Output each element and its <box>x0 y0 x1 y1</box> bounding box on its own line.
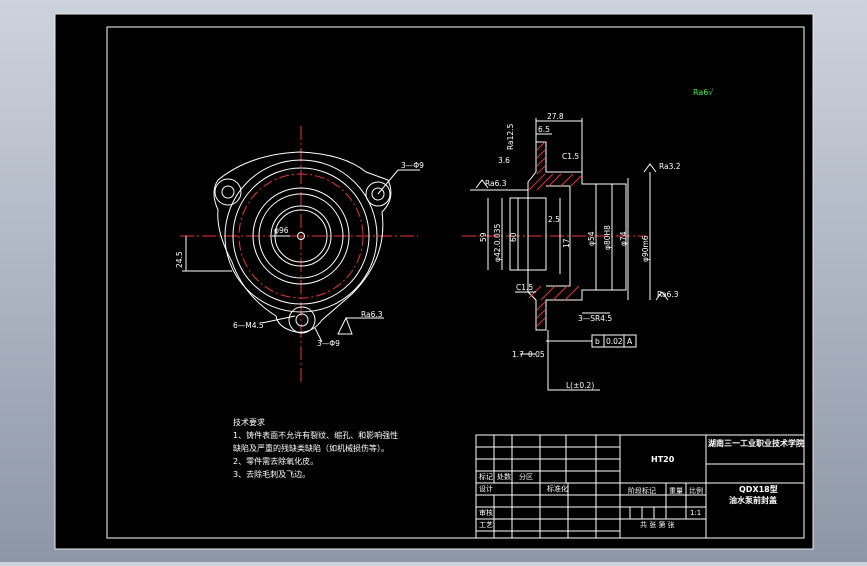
dim-left-ra: Ra6.3 <box>657 290 679 299</box>
tol-symbol-b: b <box>595 337 600 346</box>
dim-d59: 59 <box>479 232 488 242</box>
dim-27-8: 27.8 <box>547 112 564 121</box>
dim-phi96: φ96 <box>274 226 289 235</box>
tol-datum-a: A <box>627 337 633 346</box>
dim-ra-6-3: Ra6.3 <box>361 310 383 319</box>
dim-width-24-5: 24.5 <box>175 251 184 268</box>
tech-req-line-2: 缺陷及严重的残缺类缺陷（如机械损伤等）。 <box>233 444 389 453</box>
dim-2-5: 2.5 <box>548 215 560 224</box>
tol-value: 0.02 <box>606 337 623 346</box>
dim-6-5: 6.5 <box>538 125 550 134</box>
part-name: 油水泵前封盖 <box>729 496 777 505</box>
label-process: 工艺 <box>479 521 493 529</box>
tech-req-line-3: 2、零件需去除氧化皮。 <box>233 457 319 466</box>
roughness-mark: Ra6√ <box>693 88 714 97</box>
drawing-canvas: φ96 3—Φ9 6—M4.5 24.5 3—Φ9 Ra6.3 27.8 6.5… <box>54 13 814 550</box>
label-weight: 重量 <box>669 487 683 495</box>
dim-ra3-2: Ra3.2 <box>659 162 681 171</box>
dim-d80: φ80H8 <box>603 225 612 250</box>
label-mark: 标记 <box>479 473 493 481</box>
dim-holes-3: 3—Φ9 <box>401 161 424 170</box>
tech-req-line-4: 3、去除毛刺及飞边。 <box>233 470 311 479</box>
material-label: HT20 <box>651 455 675 464</box>
label-sheets: 共 张 第 张 <box>640 521 675 529</box>
dim-c1-5-bot: C1.5 <box>516 283 533 292</box>
dim-bottom-tol: L(±0.2) <box>566 381 594 390</box>
dim-17: 17 <box>562 238 571 248</box>
school-name: 湖南三一工业职业技术学院 <box>708 439 804 448</box>
dim-d90: φ90m6 <box>641 235 650 262</box>
label-zone: 处数 <box>497 473 511 481</box>
cad-viewport[interactable]: φ96 3—Φ9 6—M4.5 24.5 3—Φ9 Ra6.3 27.8 6.5… <box>0 0 867 562</box>
dim-angle: 3—Φ9 <box>317 339 340 348</box>
dim-0-05: 0.05 <box>528 350 545 359</box>
dim-ra12-5: Ra12.5 <box>506 123 515 150</box>
label-split: 分区 <box>519 473 533 481</box>
dim-sr4-5: 3—SR4.5 <box>578 314 612 323</box>
label-design: 设计 <box>479 485 493 493</box>
dim-3-6: 3.6 <box>498 156 510 165</box>
label-standard: 标准化 <box>547 485 568 493</box>
dim-d54: φ54 <box>587 231 596 246</box>
label-scale: 比例 <box>689 487 703 495</box>
dim-d74: φ74 <box>619 231 628 246</box>
label-review: 审核 <box>479 509 493 517</box>
dim-1-7: 1.7 <box>512 350 524 359</box>
part-code: QDX18型 <box>739 485 778 494</box>
scale-value: 1:1 <box>690 509 702 517</box>
tech-req-line-1: 1、铸件表面不允许有裂纹、缩孔、和影响强性 <box>233 431 399 440</box>
label-stage-mark: 阶段标记 <box>628 487 656 495</box>
dim-d42: φ42.0.035 <box>493 223 502 262</box>
dim-holes-6: 6—M4.5 <box>233 321 264 330</box>
dim-d60: 60 <box>509 232 518 242</box>
dim-ra6-3-left: Ra6.3 <box>485 179 507 188</box>
dim-c1-5-top: C1.5 <box>562 152 579 161</box>
tech-req-title: 技术要求 <box>233 418 265 427</box>
